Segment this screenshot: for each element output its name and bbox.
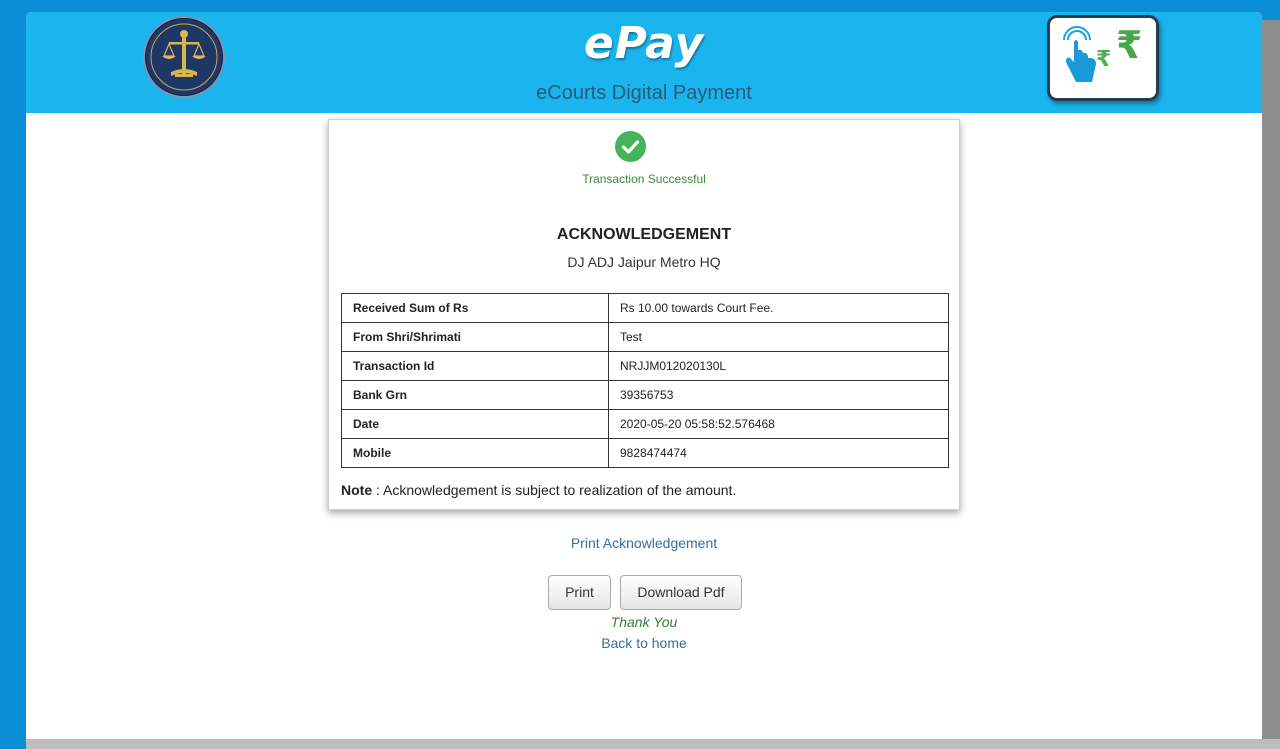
note-text: : Acknowledgement is subject to realizat…: [372, 482, 737, 498]
table-row: Transaction Id NRJJM012020130L: [341, 351, 949, 381]
thank-you-text: Thank You: [610, 614, 678, 630]
back-to-home-link[interactable]: Back to home: [26, 635, 1262, 651]
tap-to-pay-rupee-icon: ₹ ₹: [1047, 15, 1159, 101]
window-shadow-right: [1262, 20, 1280, 749]
row-value: 39356753: [608, 380, 949, 410]
row-value: NRJJM012020130L: [608, 351, 949, 381]
row-label: From Shri/Shrimati: [341, 322, 609, 352]
download-pdf-button[interactable]: Download Pdf: [620, 575, 742, 610]
row-value: 2020-05-20 05:58:52.576468: [608, 409, 949, 439]
receipt-details-table: Received Sum of Rs Rs 10.00 towards Cour…: [341, 293, 949, 468]
row-value: Test: [608, 322, 949, 352]
table-row: From Shri/Shrimati Test: [341, 322, 949, 352]
note-label: Note: [341, 482, 373, 498]
print-button[interactable]: Print: [548, 575, 611, 610]
check-circle-icon: [615, 131, 646, 162]
acknowledgement-note: Note : Acknowledgement is subject to rea…: [341, 482, 736, 498]
table-row: Date 2020-05-20 05:58:52.576468: [341, 409, 949, 439]
table-row: Received Sum of Rs Rs 10.00 towards Cour…: [341, 293, 949, 323]
row-label: Transaction Id: [341, 351, 609, 381]
svg-text:₹: ₹: [1096, 47, 1111, 72]
print-acknowledgement-link[interactable]: Print Acknowledgement: [26, 535, 1262, 551]
transaction-status: Transaction Successful: [582, 172, 706, 186]
row-label: Bank Grn: [341, 380, 609, 410]
row-value: Rs 10.00 towards Court Fee.: [608, 293, 949, 323]
row-label: Received Sum of Rs: [341, 293, 609, 323]
browser-page: ePay eCourts Digital Payment ₹ ₹ Transac…: [26, 12, 1262, 739]
table-row: Mobile 9828474474: [341, 438, 949, 468]
court-name: DJ ADJ Jaipur Metro HQ: [567, 254, 721, 270]
row-value: 9828474474: [608, 438, 949, 468]
page-header: ePay eCourts Digital Payment ₹ ₹: [26, 12, 1262, 113]
acknowledgement-title: ACKNOWLEDGEMENT: [556, 226, 732, 243]
row-label: Date: [341, 409, 609, 439]
acknowledgement-card: Transaction Successful ACKNOWLEDGEMENT D…: [328, 119, 960, 510]
window-shadow-bottom: [26, 739, 1280, 749]
svg-text:₹: ₹: [1116, 23, 1142, 67]
table-row: Bank Grn 39356753: [341, 380, 949, 410]
row-label: Mobile: [341, 438, 609, 468]
